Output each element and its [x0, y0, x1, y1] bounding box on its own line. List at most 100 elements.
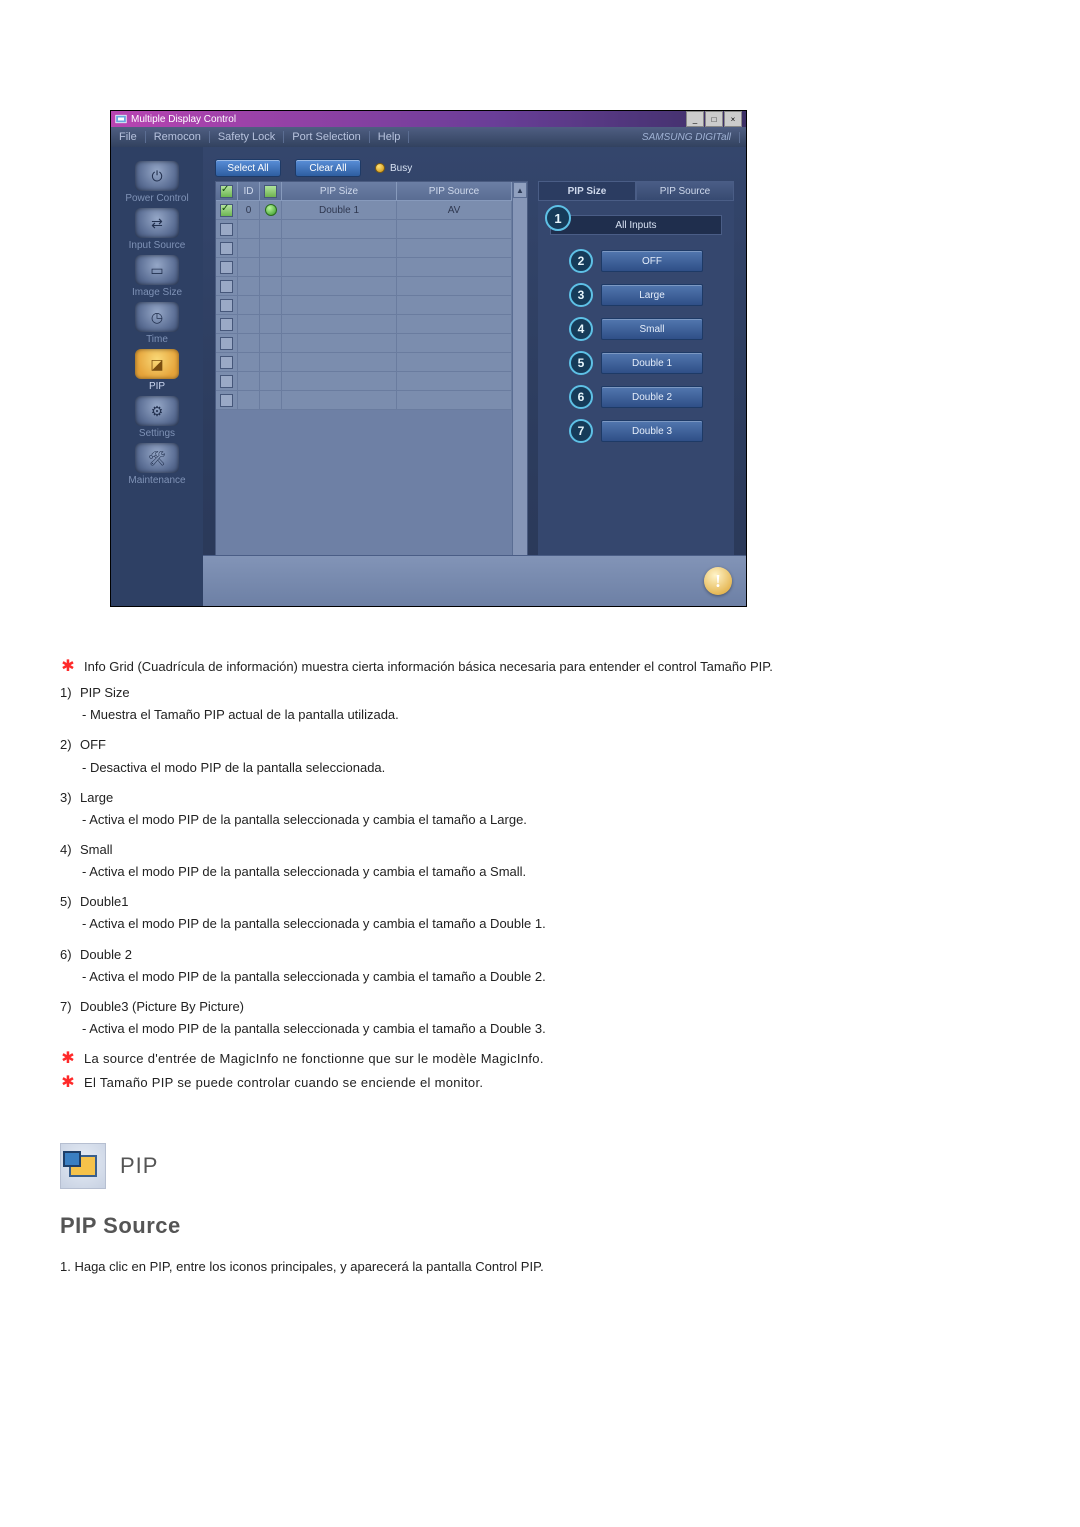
section-heading: PIP Source [60, 1209, 1020, 1243]
sidebar-item-power-control[interactable]: ⏻Power Control [117, 161, 197, 204]
table-row[interactable] [216, 353, 512, 372]
list-title: Double3 (Picture By Picture) [80, 999, 244, 1014]
row-checkbox[interactable] [220, 337, 233, 350]
app-icon [115, 113, 127, 125]
row-checkbox[interactable] [220, 280, 233, 293]
footer-bar: ! [203, 555, 746, 606]
table-row[interactable] [216, 315, 512, 334]
sidebar-item-image-size[interactable]: ▭Image Size [117, 255, 197, 298]
table-row[interactable] [216, 258, 512, 277]
option-double1[interactable]: Double 1 [601, 352, 703, 374]
table-row[interactable] [216, 220, 512, 239]
scroll-track[interactable] [513, 198, 527, 577]
grid-scrollbar[interactable]: ▲ ▼ [512, 182, 527, 593]
table-row[interactable] [216, 391, 512, 410]
list-title: Large [80, 790, 113, 805]
busy-indicator: Busy [375, 163, 412, 174]
table-row[interactable] [216, 334, 512, 353]
grid-header-row: ID PIP Size PIP Source [216, 182, 512, 201]
list-title: Small [80, 842, 113, 857]
star-bullet-icon: ✱ [60, 1049, 76, 1069]
list-desc: - Activa el modo PIP de la pantalla sele… [82, 810, 1020, 830]
star-bullet-icon: ✱ [60, 657, 76, 677]
list-title: PIP Size [80, 685, 130, 700]
sidebar-item-label: Maintenance [128, 475, 185, 486]
col-check[interactable] [216, 182, 238, 201]
menu-port-selection[interactable]: Port Selection [284, 131, 369, 143]
option-large[interactable]: Large [601, 284, 703, 306]
title-bar: Multiple Display Control _ □ × [111, 111, 746, 127]
row-checkbox[interactable] [220, 242, 233, 255]
sidebar-item-maintenance[interactable]: 🛠Maintenance [117, 443, 197, 486]
callout-marker-1: 1 [545, 205, 571, 231]
list-desc: - Muestra el Tamaño PIP actual de la pan… [82, 705, 1020, 725]
note-text: El Tamaño PIP se puede controlar cuando … [84, 1073, 483, 1093]
table-row[interactable] [216, 372, 512, 391]
option-off[interactable]: OFF [601, 250, 703, 272]
minimize-button[interactable]: _ [686, 111, 704, 127]
row-checkbox[interactable] [220, 223, 233, 236]
maximize-button[interactable]: □ [705, 111, 723, 127]
list-num: 7) [60, 997, 80, 1017]
sidebar-item-settings[interactable]: ⚙Settings [117, 396, 197, 439]
option-double3[interactable]: Double 3 [601, 420, 703, 442]
brand-label: SAMSUNG DIGITall [634, 132, 740, 143]
table-row[interactable]: 0 Double 1 AV [216, 201, 512, 220]
col-pip-size[interactable]: PIP Size [282, 182, 397, 201]
row-checkbox[interactable] [220, 356, 233, 369]
sidebar-item-input-source[interactable]: ⇄Input Source [117, 208, 197, 251]
doc-list: 1)PIP Size- Muestra el Tamaño PIP actual… [60, 683, 1020, 1039]
table-row[interactable] [216, 296, 512, 315]
scroll-up-button[interactable]: ▲ [513, 182, 527, 198]
sidebar-item-pip[interactable]: ◪PIP [117, 349, 197, 392]
col-id[interactable]: ID [238, 182, 260, 201]
table-row[interactable] [216, 277, 512, 296]
list-num: 2) [60, 735, 80, 755]
sidebar-item-label: Image Size [132, 287, 182, 298]
close-button[interactable]: × [724, 111, 742, 127]
row-pip-source: AV [397, 201, 512, 220]
sidebar-item-label: Time [146, 334, 168, 345]
option-small[interactable]: Small [601, 318, 703, 340]
list-title: Double 2 [80, 947, 132, 962]
tab-pip-source[interactable]: PIP Source [636, 181, 734, 201]
note-text: La source d'entrée de MagicInfo ne fonct… [84, 1049, 544, 1069]
pip-heading-label: PIP [120, 1149, 158, 1183]
row-checkbox[interactable] [220, 318, 233, 331]
sidebar-item-label: Input Source [129, 240, 186, 251]
menu-remocon[interactable]: Remocon [146, 131, 210, 143]
list-desc: - Activa el modo PIP de la pantalla sele… [82, 914, 1020, 934]
sidebar-item-time[interactable]: ◷ Time [117, 302, 197, 345]
list-num: 5) [60, 892, 80, 912]
col-status[interactable] [260, 182, 282, 201]
callout-marker: 3 [569, 283, 593, 307]
row-checkbox[interactable] [220, 375, 233, 388]
option-double2[interactable]: Double 2 [601, 386, 703, 408]
table-row[interactable] [216, 239, 512, 258]
tab-pip-size[interactable]: PIP Size [538, 181, 636, 201]
list-title: OFF [80, 737, 106, 752]
intro-text: Info Grid (Cuadrícula de información) mu… [84, 657, 773, 677]
row-checkbox[interactable] [220, 204, 233, 217]
menu-help[interactable]: Help [370, 131, 410, 143]
menu-safety-lock[interactable]: Safety Lock [210, 131, 284, 143]
col-pip-source[interactable]: PIP Source [397, 182, 512, 201]
callout-marker: 5 [569, 351, 593, 375]
row-pip-size: Double 1 [282, 201, 397, 220]
row-checkbox[interactable] [220, 261, 233, 274]
tip-icon: ! [704, 567, 732, 595]
app-window: Multiple Display Control _ □ × File Remo… [110, 110, 747, 607]
clear-all-button[interactable]: Clear All [295, 159, 361, 177]
row-status-led-icon [265, 204, 277, 216]
menu-file[interactable]: File [111, 131, 146, 143]
callout-marker: 7 [569, 419, 593, 443]
list-desc: - Desactiva el modo PIP de la pantalla s… [82, 758, 1020, 778]
sidebar-item-label: PIP [149, 381, 165, 392]
callout-marker: 2 [569, 249, 593, 273]
select-all-button[interactable]: Select All [215, 159, 281, 177]
time-icon: ◷ [135, 302, 179, 332]
row-checkbox[interactable] [220, 394, 233, 407]
list-desc: - Activa el modo PIP de la pantalla sele… [82, 862, 1020, 882]
check-all-icon[interactable] [220, 185, 233, 198]
row-checkbox[interactable] [220, 299, 233, 312]
